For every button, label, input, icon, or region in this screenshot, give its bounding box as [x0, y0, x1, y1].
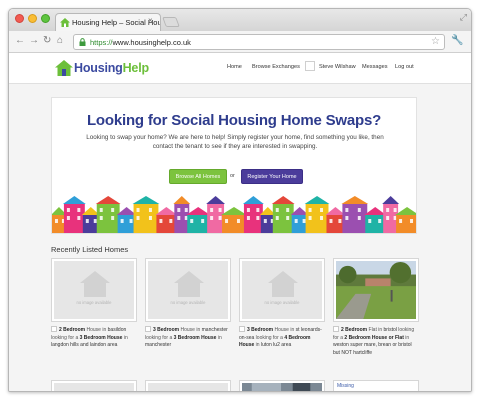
nav-messages[interactable]: Messages — [362, 64, 388, 70]
no-image-house-icon — [80, 271, 110, 297]
nav-browse-exchanges[interactable]: Browse Exchanges — [252, 64, 300, 70]
close-window-button[interactable] — [15, 14, 24, 23]
no-image-label: no image available — [76, 300, 112, 305]
tab-bar: Housing Help – Social Housin × ⤢ — [9, 9, 471, 31]
listing-thumbnail[interactable]: no image available — [51, 258, 137, 322]
browse-all-homes-button[interactable]: Browse All Homes — [169, 169, 227, 184]
register-your-home-button[interactable]: Register Your Home — [241, 169, 303, 184]
nav-user[interactable]: Steve Wilshaw — [319, 64, 356, 70]
forward-arrow-icon[interactable]: → — [29, 35, 39, 47]
listing-photo — [336, 261, 416, 319]
listing-thumbnail[interactable] — [145, 380, 231, 391]
logo-house-icon — [55, 60, 73, 76]
zoom-window-button[interactable] — [41, 14, 50, 23]
url-text: https://www.housinghelp.co.uk — [90, 38, 191, 47]
wrench-icon[interactable]: 🔧 — [451, 35, 463, 46]
star-icon[interactable]: ☆ — [431, 36, 440, 47]
hero-title: Looking for Social Housing Home Swaps? — [86, 112, 382, 129]
listing-thumbnail[interactable] — [333, 258, 419, 322]
back-arrow-icon[interactable]: ← — [15, 35, 25, 47]
listing-description: 3 Bedroom House in st leonards-on-sea lo… — [239, 326, 322, 348]
minimize-window-button[interactable] — [28, 14, 37, 23]
recently-listed-title: Recently Listed Homes — [51, 245, 129, 254]
fullscreen-icon[interactable]: ⤢ — [460, 12, 467, 23]
listing-thumbnail[interactable] — [51, 380, 137, 391]
hero-banner: Looking for Social Housing Home Swaps? L… — [51, 97, 417, 234]
no-image-house-icon — [174, 271, 204, 297]
tab-close-icon[interactable]: × — [148, 17, 153, 25]
listing-thumbnail[interactable]: no image available — [239, 258, 325, 322]
listing-card[interactable]: no image available 3 Bedroom House in ma… — [145, 258, 231, 378]
listing-description: 2 Bedroom House in basildon looking for … — [51, 326, 128, 348]
reload-icon[interactable]: ↻ — [43, 35, 51, 47]
or-label: or — [230, 173, 235, 179]
listing-description: 3 Bedroom House in manchester looking fo… — [145, 326, 228, 348]
no-image-house-icon — [268, 271, 298, 297]
browser-toolbar: ← → ↻ ⌂ https://www.housinghelp.co.uk ☆ … — [9, 31, 471, 53]
houses-skyline-illustration — [52, 196, 416, 233]
no-image-label: no image available — [170, 300, 206, 305]
user-avatar[interactable] — [305, 61, 315, 71]
page-viewport: HousingHelp Home Browse Exchanges Steve … — [9, 54, 471, 391]
listing-card[interactable]: no image available 3 Bedroom House in st… — [239, 258, 325, 378]
lock-icon — [79, 38, 86, 46]
browser-tab[interactable]: Housing Help – Social Housin — [55, 13, 161, 31]
browser-window: Housing Help – Social Housin × ⤢ ← → ↻ ⌂… — [8, 8, 472, 392]
site-header: HousingHelp Home Browse Exchanges Steve … — [9, 54, 471, 84]
home-icon[interactable]: ⌂ — [57, 35, 63, 47]
listing-card[interactable]: 2 Bedroom Flat in bristol looking for a … — [333, 258, 419, 378]
house-favicon-icon — [60, 18, 70, 27]
listing-thumbnail[interactable] — [239, 380, 325, 391]
missing-image-label: Missing — [337, 383, 354, 389]
owner-avatar[interactable] — [145, 326, 151, 332]
hero-lead: Looking to swap your home? We are here t… — [86, 134, 384, 150]
listing-thumbnail[interactable]: Missing — [333, 380, 419, 391]
new-tab-button[interactable] — [162, 17, 180, 27]
owner-avatar[interactable] — [239, 326, 245, 332]
nav-home[interactable]: Home — [227, 64, 242, 70]
owner-avatar[interactable] — [333, 326, 339, 332]
listing-photo — [242, 383, 322, 391]
no-image-label: no image available — [264, 300, 300, 305]
logo-wordmark: HousingHelp — [74, 61, 149, 75]
address-bar[interactable]: https://www.housinghelp.co.uk ☆ — [73, 34, 445, 50]
nav-log-out[interactable]: Log out — [395, 64, 414, 70]
listing-thumbnail[interactable]: no image available — [145, 258, 231, 322]
listing-description: 2 Bedroom Flat in bristol looking for a … — [333, 326, 415, 356]
listing-card[interactable]: no image available 2 Bedroom House in ba… — [51, 258, 137, 378]
owner-avatar[interactable] — [51, 326, 57, 332]
